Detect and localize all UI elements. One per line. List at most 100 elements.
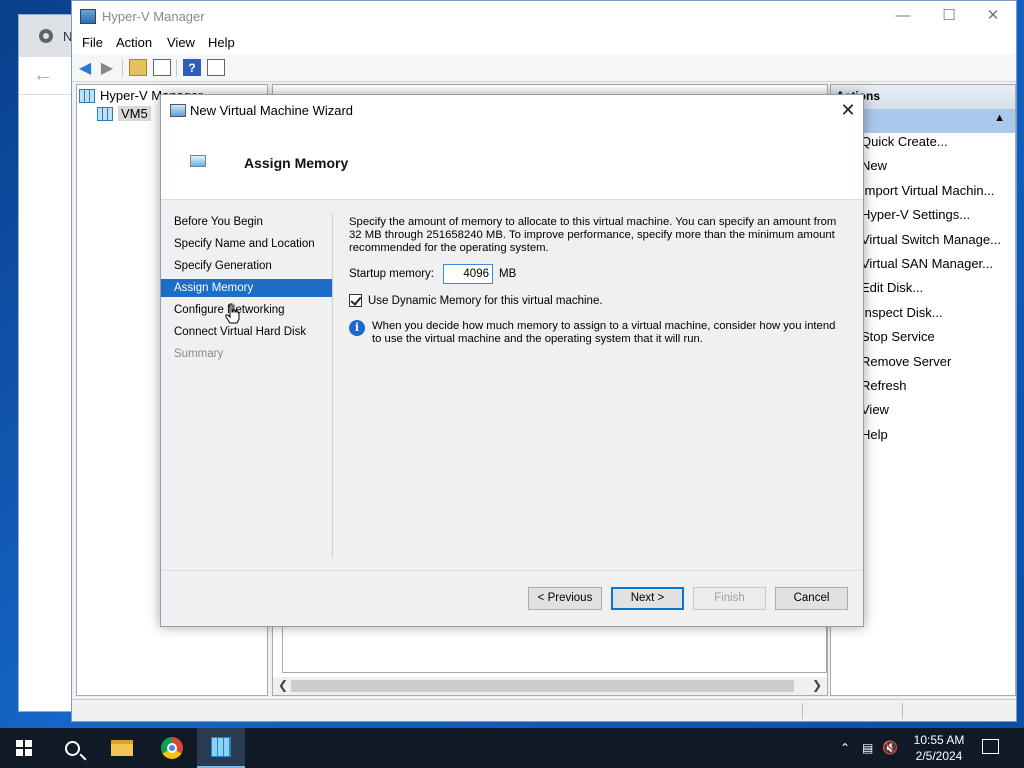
maximize-icon[interactable]: ☐: [926, 1, 972, 32]
search-icon: [64, 740, 80, 756]
clock-time: 10:55 AM: [913, 733, 965, 747]
dynamic-memory-label[interactable]: Use Dynamic Memory for this virtual mach…: [368, 295, 603, 307]
wizard-title: New Virtual Machine Wizard: [190, 103, 354, 118]
up-folder-icon[interactable]: [129, 59, 147, 76]
action-item[interactable]: Inspect Disk...: [861, 305, 943, 320]
finish-button: Finish: [693, 587, 766, 610]
step-configure-networking[interactable]: Configure Networking: [161, 301, 332, 319]
scroll-left-icon[interactable]: ❮: [278, 678, 288, 692]
action-item[interactable]: Stop Service: [861, 329, 935, 344]
toolbar-separator: [122, 59, 123, 77]
step-summary: Summary: [174, 348, 224, 360]
mmc-title-bar: Hyper-V Manager — ☐ ✕: [72, 1, 1016, 32]
status-divider: [802, 703, 803, 719]
folder-icon: [111, 740, 133, 756]
back-arrow-icon[interactable]: ←: [33, 64, 53, 87]
footer-divider: [161, 570, 863, 571]
status-bar: [72, 699, 1016, 721]
close-icon[interactable]: ✕: [970, 1, 1016, 32]
action-item[interactable]: Import Virtual Machin...: [861, 183, 994, 198]
action-item[interactable]: Quick Create...: [861, 134, 948, 149]
back-icon[interactable]: ◀: [76, 59, 94, 77]
server-icon: [97, 106, 113, 121]
windows-logo-icon: [16, 740, 32, 756]
hyperv-taskbar-button[interactable]: [197, 728, 245, 768]
menu-action[interactable]: Action: [116, 35, 152, 50]
status-divider: [902, 703, 903, 719]
memory-page-icon: [190, 155, 206, 167]
toolbar: ◀ ▶ ?: [72, 54, 1016, 82]
page-title: Assign Memory: [244, 155, 349, 171]
action-item[interactable]: Refresh: [861, 378, 907, 393]
toolbar-separator: [176, 59, 177, 77]
startup-memory-row: Startup memory: 4096 MB: [349, 264, 516, 284]
memory-info-row: i When you decide how much memory to ass…: [349, 320, 839, 346]
next-button[interactable]: Next >: [611, 587, 684, 610]
notification-center-icon[interactable]: [982, 739, 999, 754]
menu-file[interactable]: File: [82, 35, 103, 50]
wizard-title-bar: New Virtual Machine Wizard ✕: [161, 95, 863, 126]
dynamic-memory-row: Use Dynamic Memory for this virtual mach…: [349, 294, 603, 307]
action-item[interactable]: Virtual SAN Manager...: [861, 256, 993, 271]
tree-server-label: VM5: [118, 106, 151, 121]
dynamic-memory-checkbox[interactable]: [349, 294, 362, 307]
forward-icon[interactable]: ▶: [98, 59, 116, 77]
new-vm-wizard-dialog: New Virtual Machine Wizard ✕ Assign Memo…: [160, 94, 864, 627]
step-before-you-begin[interactable]: Before You Begin: [161, 213, 332, 231]
action-item[interactable]: Hyper-V Settings...: [861, 207, 970, 222]
step-specify-name-location[interactable]: Specify Name and Location: [161, 235, 332, 253]
step-connect-virtual-hard-disk[interactable]: Connect Virtual Hard Disk: [161, 323, 332, 341]
chrome-icon: [161, 737, 183, 759]
chrome-button[interactable]: [148, 728, 196, 768]
show-hidden-icons-chevron-icon[interactable]: ⌃: [840, 728, 850, 768]
startup-memory-unit: MB: [499, 268, 517, 280]
wizard-header: Assign Memory: [161, 126, 863, 200]
menu-help[interactable]: Help: [208, 35, 235, 50]
help-icon[interactable]: ?: [183, 59, 201, 76]
action-item[interactable]: View: [861, 402, 889, 417]
minimize-icon[interactable]: —: [880, 1, 926, 32]
action-item[interactable]: New: [861, 158, 887, 173]
horizontal-scrollbar[interactable]: ❮ ❯: [273, 677, 827, 695]
wizard-steps-nav: Before You Begin Specify Name and Locati…: [161, 210, 333, 556]
chrome-tab-icon: [39, 29, 53, 43]
action-pane-icon[interactable]: [207, 59, 225, 76]
details-pane: [282, 625, 827, 673]
search-button[interactable]: [48, 728, 96, 768]
action-item[interactable]: Virtual Switch Manage...: [861, 232, 1001, 247]
startup-memory-label: Startup memory:: [349, 268, 434, 280]
cancel-button[interactable]: Cancel: [775, 587, 848, 610]
hand-pointer-icon: [225, 303, 240, 324]
wizard-content: Specify the amount of memory to allocate…: [349, 216, 849, 345]
volume-muted-icon[interactable]: 🔇: [882, 728, 898, 768]
vm-wizard-icon: [170, 104, 186, 117]
menu-view[interactable]: View: [167, 35, 195, 50]
menu-bar: File Action View Help: [72, 32, 1016, 54]
collapse-arrow-icon[interactable]: ▲: [994, 112, 1005, 124]
taskbar: ⌃ ▤ 🔇 10:55 AM 2/5/2024: [0, 728, 1024, 768]
taskbar-clock[interactable]: 10:55 AM 2/5/2024: [904, 732, 974, 764]
info-icon: i: [349, 320, 365, 336]
clock-date: 2/5/2024: [915, 749, 963, 763]
scroll-right-icon[interactable]: ❯: [812, 678, 822, 692]
tree-server-item[interactable]: VM5: [97, 106, 151, 121]
step-specify-generation[interactable]: Specify Generation: [161, 257, 332, 275]
network-icon[interactable]: ▤: [862, 728, 873, 768]
start-button[interactable]: [0, 728, 48, 768]
action-item[interactable]: Remove Server: [861, 354, 951, 369]
hyperv-manager-icon: [79, 88, 95, 103]
show-hide-tree-icon[interactable]: [153, 59, 171, 76]
action-item[interactable]: Help: [861, 427, 888, 442]
file-explorer-button[interactable]: [98, 728, 146, 768]
previous-button[interactable]: < Previous: [528, 587, 602, 610]
action-item[interactable]: Edit Disk...: [861, 280, 923, 295]
step-assign-memory[interactable]: Assign Memory: [161, 279, 332, 297]
startup-memory-input[interactable]: 4096: [443, 264, 493, 284]
hyperv-icon: [211, 737, 231, 757]
scrollbar-thumb[interactable]: [291, 680, 794, 692]
hyperv-app-icon: [80, 9, 96, 24]
close-icon[interactable]: ✕: [833, 95, 863, 126]
mmc-window-title: Hyper-V Manager: [102, 9, 205, 24]
memory-info-text: When you decide how much memory to assig…: [372, 320, 836, 345]
memory-description: Specify the amount of memory to allocate…: [349, 216, 837, 254]
